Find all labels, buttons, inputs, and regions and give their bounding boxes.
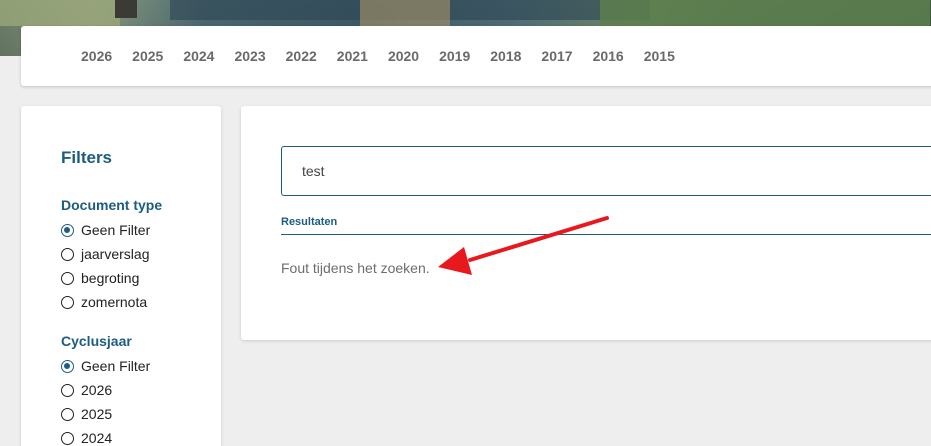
option-label: Geen Filter xyxy=(81,358,151,374)
option-label: jaarverslag xyxy=(81,246,150,262)
year-tab-2022[interactable]: 2022 xyxy=(286,48,317,64)
radio-checked-icon[interactable] xyxy=(61,359,74,373)
search-input-value: test xyxy=(302,163,325,179)
cyclusjaar-option-2026[interactable]: 2026 xyxy=(61,382,112,398)
radio-checked-icon[interactable] xyxy=(61,223,74,237)
year-tab-2019[interactable]: 2019 xyxy=(439,48,470,64)
year-tab-2016[interactable]: 2016 xyxy=(593,48,624,64)
document-type-option-jaarverslag[interactable]: jaarverslag xyxy=(61,246,149,262)
search-panel: test Resultaten Fout tijdens het zoeken. xyxy=(241,106,931,340)
year-tab-2025[interactable]: 2025 xyxy=(132,48,163,64)
cyclusjaar-label: Cyclusjaar xyxy=(61,333,132,349)
radio-unchecked-icon[interactable] xyxy=(61,431,74,445)
option-label: zomernota xyxy=(81,294,148,310)
year-tab-2023[interactable]: 2023 xyxy=(234,48,265,64)
cyclusjaar-option-geen-filter[interactable]: Geen Filter xyxy=(61,358,150,374)
search-error-message: Fout tijdens het zoeken. xyxy=(281,260,430,276)
year-tabs: 2026 2025 2024 2023 2022 2021 2020 2019 … xyxy=(81,26,695,86)
radio-unchecked-icon[interactable] xyxy=(61,383,74,397)
search-input[interactable]: test xyxy=(281,146,931,196)
radio-unchecked-icon[interactable] xyxy=(61,271,74,285)
option-label: 2025 xyxy=(81,406,113,422)
year-tab-2024[interactable]: 2024 xyxy=(183,48,214,64)
option-label: Geen Filter xyxy=(81,222,151,238)
year-tab-2020[interactable]: 2020 xyxy=(388,48,419,64)
results-divider xyxy=(281,234,931,235)
filters-sidebar: Filters Document type Geen Filter jaarve… xyxy=(21,106,221,446)
document-type-label: Document type xyxy=(61,197,163,213)
option-label: 2024 xyxy=(81,430,113,446)
cyclusjaar-option-2025[interactable]: 2025 xyxy=(61,406,112,422)
year-tab-2018[interactable]: 2018 xyxy=(490,48,521,64)
year-tab-2017[interactable]: 2017 xyxy=(541,48,572,64)
year-tab-2026[interactable]: 2026 xyxy=(81,48,112,64)
radio-unchecked-icon[interactable] xyxy=(61,295,74,309)
year-tab-2015[interactable]: 2015 xyxy=(644,48,675,64)
document-type-option-geen-filter[interactable]: Geen Filter xyxy=(61,222,150,238)
year-navigation-bar: 2026 2025 2024 2023 2022 2021 2020 2019 … xyxy=(21,26,931,86)
radio-unchecked-icon[interactable] xyxy=(61,247,74,261)
document-type-option-zomernota[interactable]: zomernota xyxy=(61,294,147,310)
year-tab-2021[interactable]: 2021 xyxy=(337,48,368,64)
option-label: begroting xyxy=(81,270,140,286)
filters-title: Filters xyxy=(61,148,113,167)
cyclusjaar-option-2024[interactable]: 2024 xyxy=(61,430,112,446)
document-type-option-begroting[interactable]: begroting xyxy=(61,270,139,286)
option-label: 2026 xyxy=(81,382,113,398)
radio-unchecked-icon[interactable] xyxy=(61,407,74,421)
results-label: Resultaten xyxy=(281,216,338,228)
